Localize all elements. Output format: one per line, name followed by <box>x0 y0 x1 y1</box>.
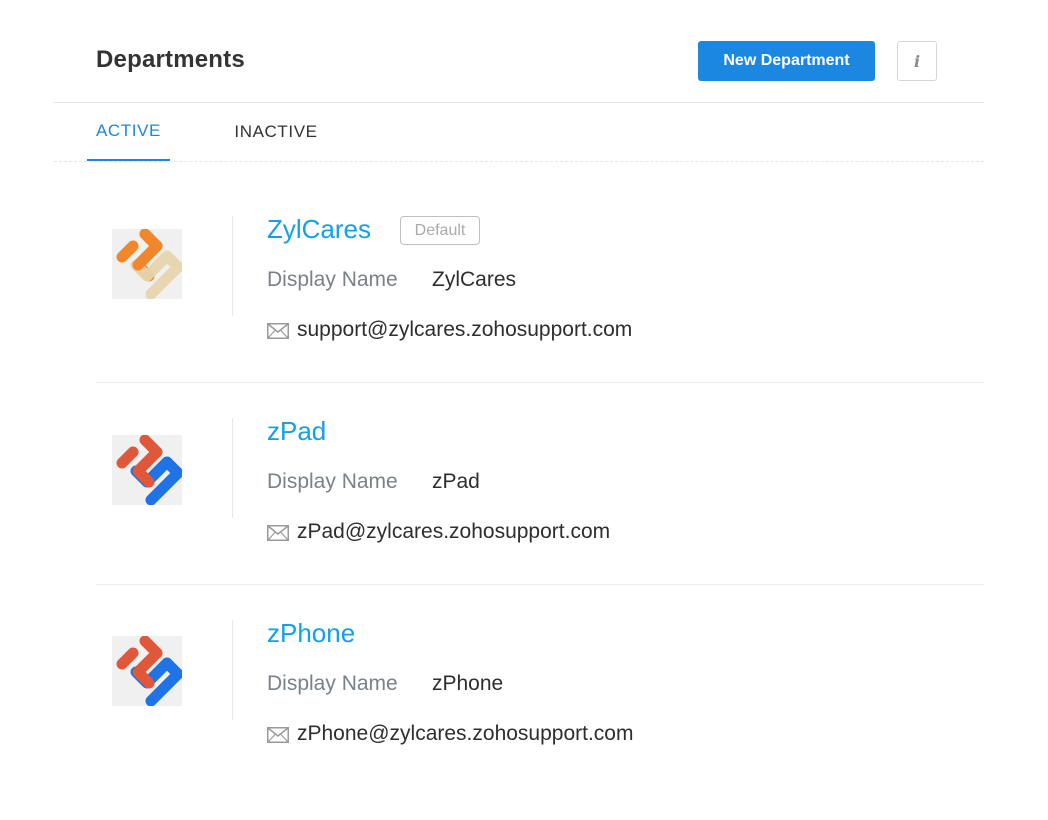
envelope-icon <box>267 525 289 541</box>
display-name-label: Display Name <box>267 470 398 493</box>
status-tabs: ACTIVE INACTIVE <box>54 103 984 162</box>
department-logo <box>112 229 182 299</box>
tab-active[interactable]: ACTIVE <box>87 103 170 161</box>
page-header: Departments New Department i <box>54 32 984 103</box>
page-title: Departments <box>96 46 245 73</box>
department-row: zPad Display Name zPad zPad@zylcares.zoh… <box>96 382 984 585</box>
divider <box>232 620 233 720</box>
info-icon: i <box>913 51 921 71</box>
department-logo-icon <box>116 636 182 706</box>
department-logo-icon <box>116 229 182 299</box>
department-logo-icon <box>116 435 182 505</box>
display-name-label: Display Name <box>267 672 398 695</box>
department-name-link[interactable]: zPhone <box>267 618 355 649</box>
divider <box>232 216 233 316</box>
envelope-icon <box>267 323 289 339</box>
department-email: zPhone@zylcares.zohosupport.com <box>297 722 634 745</box>
default-badge: Default <box>400 216 480 245</box>
display-name-value: zPhone <box>432 672 504 695</box>
envelope-icon <box>267 727 289 743</box>
display-name-value: ZylCares <box>432 268 517 291</box>
tab-inactive[interactable]: INACTIVE <box>226 103 326 161</box>
department-logo <box>112 636 182 706</box>
display-name-label: Display Name <box>267 268 398 291</box>
department-email: support@zylcares.zohosupport.com <box>297 318 633 341</box>
info-button[interactable]: i <box>897 41 937 81</box>
display-name-value: zPad <box>432 470 480 493</box>
department-name-link[interactable]: zPad <box>267 416 326 447</box>
new-department-button[interactable]: New Department <box>698 41 875 81</box>
department-row: zPhone Display Name zPhone zPhone@zylcar… <box>96 584 984 786</box>
department-row: ZylCares Default Display Name ZylCares s… <box>96 180 984 383</box>
department-email: zPad@zylcares.zohosupport.com <box>297 520 611 543</box>
department-logo <box>112 435 182 505</box>
divider <box>232 418 233 518</box>
departments-page: Departments New Department i ACTIVE INAC… <box>0 0 1048 820</box>
department-name-link[interactable]: ZylCares <box>267 214 371 245</box>
